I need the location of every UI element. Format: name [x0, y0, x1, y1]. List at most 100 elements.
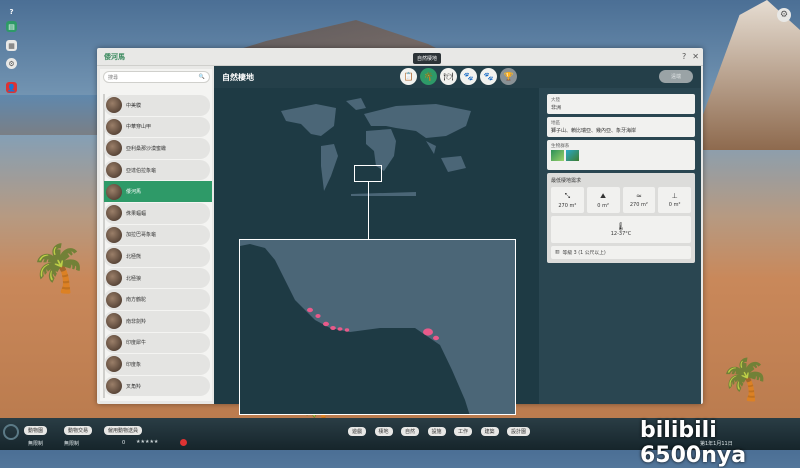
habitat-panel: 自然棲地 📋 🌴 🍽 🐾 🐾 🏆 遠端 大陸 非洲 地區 獅子山、賴比瑞亞、幾內… [214, 66, 701, 415]
species-item[interactable]: 亞利桑那沙漠蜜蠍 [104, 138, 210, 159]
wetland-biome-icon[interactable] [566, 150, 579, 161]
hire-staff-button[interactable]: 僱用動物送員 [104, 426, 143, 435]
species-item[interactable]: 叉角羚 [104, 375, 210, 397]
species-name: 印度犀牛 [126, 340, 147, 347]
tool-button-label: 建築 [484, 429, 495, 435]
region-card: 地區 獅子山、賴比瑞亞、幾內亞、象牙海岸 [547, 117, 695, 137]
continent-card: 大陸 非洲 [547, 94, 695, 114]
animal-info-window: 倭河馬 ? ✕ 搜尋 🔍 中美貘 中華穿山甲 亞利桑那沙漠蜜蠍 亞達伯拉象龜 倭河馬 侏果… [97, 48, 703, 415]
species-item[interactable]: 南非劍羚 [104, 310, 210, 332]
species-item[interactable]: 亞達伯拉象龜 [104, 159, 210, 181]
gear-small-icon[interactable]: ⚙ [6, 58, 17, 69]
animal-trade-button[interactable]: 動物交易 [64, 426, 93, 435]
tool-button[interactable]: 遊戲 [348, 427, 367, 436]
world-map[interactable] [214, 88, 541, 415]
calendar-icon[interactable]: ▦ [6, 40, 17, 51]
alert-icon[interactable] [180, 439, 187, 446]
zoo-button[interactable]: 動物園 [24, 426, 48, 435]
remote-button[interactable]: 遠端 [659, 70, 693, 83]
biome-card: 生物群系 [547, 140, 695, 170]
palm-tree: 🌴 [30, 241, 88, 295]
enrichment-icon[interactable]: 🐾 [460, 68, 477, 85]
paw-icon[interactable]: 🐾 [480, 68, 497, 85]
rating-stars: ★★★★★ [136, 439, 159, 445]
animal-avatar [106, 334, 122, 351]
search-input[interactable]: 搜尋 🔍 [103, 71, 210, 83]
tab-bar: 📋 🌴 🍽 🐾 🐾 🏆 [400, 68, 517, 85]
species-item[interactable]: 侏果蝠蝠 [104, 202, 210, 224]
tool-button[interactable]: 自然 [401, 427, 420, 436]
continent-label: 大陸 [551, 98, 561, 103]
tool-button[interactable]: 設施 [427, 427, 446, 436]
animal-avatar [106, 313, 122, 330]
animal-avatar [106, 162, 122, 179]
species-name: 南非劍羚 [126, 318, 147, 325]
tool-button-label: 遊戲 [352, 429, 363, 435]
temperature-value: 12-37°C [610, 231, 632, 237]
bilibili-watermark: bilibili 6500nya [640, 418, 747, 468]
species-item[interactable]: 北極狼 [104, 267, 210, 289]
habitat-tree-icon[interactable]: 🌴 [420, 68, 437, 85]
help-icon[interactable]: ? [6, 6, 17, 17]
background-water [0, 95, 100, 135]
tool-button[interactable]: 建築 [480, 427, 499, 436]
fence-requirement: ▥ 等級 3 (1 公尺以上) [551, 246, 691, 259]
species-name: 亞達伯拉象龜 [126, 167, 157, 174]
species-name: 北極狼 [126, 275, 142, 282]
food-bag-icon[interactable]: 🍽 [440, 68, 457, 85]
zoo-rating-ring[interactable] [3, 424, 19, 440]
species-name: 加拉巴哥象龜 [126, 232, 157, 239]
biome-label: 生物群系 [551, 144, 570, 149]
deep-water-tile: ⊥ 0 m² [658, 187, 691, 213]
clipboard-icon[interactable]: 📋 [400, 68, 417, 85]
window-title: 倭河馬 [97, 48, 703, 66]
west-africa-map [240, 240, 515, 414]
zoom-region-box [354, 165, 382, 182]
continent-value: 非洲 [551, 105, 562, 111]
search-placeholder: 搜尋 [108, 74, 119, 81]
zoom-connector [368, 182, 369, 240]
species-item[interactable]: 中美貘 [104, 95, 210, 116]
water-area-value: 270 m² [629, 202, 648, 208]
region-label: 地區 [551, 121, 561, 126]
trophy-icon[interactable]: 🏆 [500, 68, 517, 85]
species-name: 印度象 [126, 361, 142, 368]
water-area-tile: ≈270 m² [622, 187, 656, 213]
species-item[interactable]: 南方鶴駝 [104, 289, 210, 310]
close-button[interactable]: ✕ [692, 52, 699, 61]
climb-area-tile: ⛰ 0 m² [586, 187, 620, 213]
land-area-icon: ⤡ [564, 191, 571, 200]
staff-alert-icon[interactable]: 👤 [6, 82, 17, 93]
deep-water-value: 0 m² [668, 202, 681, 208]
species-item[interactable]: 北極熊 [104, 246, 210, 267]
tool-button[interactable]: 棲地 [374, 427, 393, 436]
species-name: 亞利桑那沙漠蜜蠍 [126, 145, 167, 152]
animal-avatar [106, 183, 122, 200]
mode-label-1: 無限制 [28, 441, 44, 447]
habitat-requirements: 最低棲地需求 ⤡ 270 m² ⛰ 0 m² ≈270 m² ⊥ 0 m² 🌡 12-3… [547, 173, 695, 263]
species-name: 中華穿山甲 [126, 124, 152, 131]
land-area-tile: ⤡ 270 m² [551, 187, 584, 213]
species-item[interactable]: 印度象 [104, 354, 210, 375]
species-item[interactable]: 倭河馬 [104, 181, 212, 202]
tropical-biome-icon[interactable] [551, 150, 564, 161]
tool-button[interactable]: 工作 [454, 427, 473, 436]
tool-button-label: 棲地 [378, 429, 389, 435]
species-name: 中美貘 [126, 102, 142, 109]
requirements-title: 最低棲地需求 [551, 178, 582, 184]
animal-avatar [106, 248, 122, 265]
species-item[interactable]: 印度犀牛 [104, 332, 210, 354]
tool-button-label: 工作 [458, 429, 469, 435]
species-item[interactable]: 加拉巴哥象龜 [104, 224, 210, 246]
info-panel: 大陸 非洲 地區 獅子山、賴比瑞亞、幾內亞、象牙海岸 生物群系 最低棲地需求 ⤡… [541, 88, 701, 404]
species-item[interactable]: 中華穿山甲 [104, 116, 210, 138]
species-list: 中美貘中華穿山甲亞利桑那沙漠蜜蠍 亞達伯拉象龜倭河馬 侏果蝠蝠加拉巴哥象龜北極熊北極… [100, 94, 212, 397]
help-button[interactable]: ? [682, 52, 686, 61]
tool-button[interactable]: 設計園 [507, 427, 531, 436]
species-sidebar: 搜尋 🔍 中美貘中華穿山甲亞利桑那沙漠蜜蠍 亞達伯拉象龜倭河馬 侏果蝠蝠加拉巴哥象龜… [100, 69, 212, 401]
hire-staff-label: 僱用動物送員 [108, 428, 139, 434]
zoomed-map-inset [239, 239, 516, 415]
search-icon: 🔍 [198, 74, 205, 80]
zoo-icon[interactable]: ▤ [6, 21, 17, 32]
settings-gear-icon[interactable]: ⚙ [777, 8, 791, 22]
